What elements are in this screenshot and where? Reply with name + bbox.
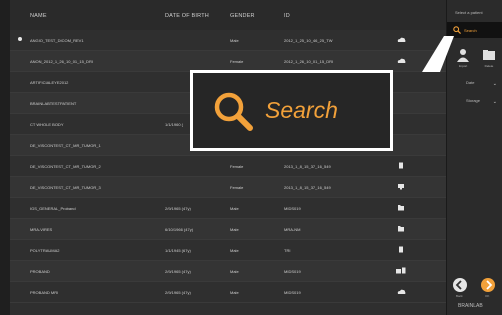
next-label: OK bbox=[485, 294, 490, 298]
cell-dob: 6/10/1966 (47y) bbox=[165, 227, 194, 232]
cell-dob: 2/9/1965 (47y) bbox=[165, 269, 191, 274]
table-row[interactable]: ANGIO_TEST_DICOM_REV1 Male 2012_1_25_10_46… bbox=[10, 30, 446, 51]
cell-name: POLYTRAUMA2 bbox=[30, 248, 60, 253]
column-header-dob[interactable]: DATE OF BIRTH bbox=[165, 13, 209, 19]
selected-indicator bbox=[18, 37, 22, 41]
folder-icon bbox=[396, 204, 406, 211]
chevron-down-icon: ⌄ bbox=[492, 81, 497, 87]
cell-name: IGS_GENERAL_Proband bbox=[30, 206, 76, 211]
arrow-left-icon bbox=[455, 280, 462, 290]
column-header-name[interactable]: NAME bbox=[30, 13, 47, 19]
sort-dropdown-value: Date bbox=[466, 80, 475, 85]
cell-name: DE_VISCONTEST_CT_MR_TUMOR_3 bbox=[30, 185, 101, 190]
search-callout[interactable]: Search bbox=[190, 70, 393, 151]
back-label: Back bbox=[456, 294, 463, 298]
cell-dob: 2/9/1965 (47y) bbox=[165, 290, 191, 295]
cell-id: MIDS019 bbox=[284, 269, 301, 274]
column-header-id[interactable]: ID bbox=[284, 13, 290, 19]
sidebar-search-button[interactable]: Search bbox=[447, 22, 502, 38]
cell-gender: Female bbox=[230, 164, 244, 169]
sidebar-search-label: Search bbox=[464, 27, 477, 33]
search-callout-label: Search bbox=[265, 97, 338, 123]
cell-dob: 2/9/1965 (47y) bbox=[165, 206, 191, 211]
cell-name: ANON_2012_1_26_10_01_15_DRI bbox=[30, 59, 93, 64]
table-header: NAME DATE OF BIRTH GENDER ID bbox=[10, 0, 446, 30]
table-row[interactable]: MRA-VIRES 6/10/1966 (47y) Male MRA-NM bbox=[10, 219, 446, 240]
cell-id: MIDS019 bbox=[284, 206, 301, 211]
cell-name: DE_VISCONTEST_CT_MR_TUMOR_2 bbox=[30, 164, 101, 169]
cell-id: MRA-NM bbox=[284, 227, 301, 232]
folder-icon bbox=[483, 50, 495, 60]
brand-logo: BRAINLAB bbox=[458, 303, 483, 309]
document-icon bbox=[396, 162, 406, 169]
search-icon bbox=[453, 26, 461, 34]
table-row[interactable]: ANON_2012_1_26_10_01_15_DRI Female 2012_1_… bbox=[10, 51, 446, 72]
cell-id: 2012_1_26_10_01_15_DRI bbox=[284, 59, 334, 64]
cell-gender: Male bbox=[230, 206, 239, 211]
folder-icon bbox=[396, 225, 406, 232]
delete-label: Delete bbox=[484, 64, 494, 68]
arrow-right-icon bbox=[486, 280, 493, 290]
cell-gender: Male bbox=[230, 269, 239, 274]
cell-dob: 1/1/1945 (67y) bbox=[165, 248, 191, 253]
document-icon bbox=[396, 246, 406, 253]
table-row[interactable]: POLYTRAUMA2 1/1/1945 (67y) Male TRI bbox=[10, 240, 446, 261]
cloud-icon bbox=[396, 57, 406, 64]
cloud-icon bbox=[396, 36, 406, 43]
cell-name: MRA-VIRES bbox=[30, 227, 53, 232]
cell-name: ANGIO_TEST_DICOM_REV1 bbox=[30, 38, 84, 43]
cell-gender: Female bbox=[230, 59, 244, 64]
next-button[interactable] bbox=[481, 278, 495, 292]
import-button[interactable]: Import bbox=[455, 47, 471, 68]
cell-id: 2013_1_8_15_37_16_549 bbox=[284, 164, 331, 169]
patient-table: NAME DATE OF BIRTH GENDER ID ANGIO_TEST_… bbox=[10, 0, 446, 315]
cell-gender: Male bbox=[230, 248, 239, 253]
patient-browser-app: NAME DATE OF BIRTH GENDER ID ANGIO_TEST_… bbox=[0, 0, 502, 315]
delete-button[interactable]: Delete bbox=[481, 47, 497, 68]
cell-id: 2012_1_25_10_46_25_TW bbox=[284, 38, 333, 43]
sort-dropdown[interactable]: Date ⌄ bbox=[451, 80, 499, 90]
table-row[interactable]: DE_VISCONTEST_CT_MR_TUMOR_3 Female 2013_1_… bbox=[10, 177, 446, 198]
cell-gender: Male bbox=[230, 38, 239, 43]
cell-name: DE_VISCONTEST_CT_MR_TUMOR_1 bbox=[30, 143, 101, 148]
search-icon bbox=[214, 92, 253, 131]
table-row[interactable]: IGS_GENERAL_Proband 2/9/1965 (47y) Male MID… bbox=[10, 198, 446, 219]
cell-gender: Female bbox=[230, 185, 244, 190]
cell-gender: Male bbox=[230, 290, 239, 295]
person-icon bbox=[457, 49, 469, 62]
monitor-icon bbox=[396, 183, 406, 190]
sidebar-title: Select a patient bbox=[455, 10, 483, 15]
back-button[interactable] bbox=[453, 278, 467, 292]
column-header-gender[interactable]: GENDER bbox=[230, 13, 255, 19]
cell-id: TRI bbox=[284, 248, 291, 253]
cell-name: PROBAND bbox=[30, 269, 50, 274]
cell-id: MIDS019 bbox=[284, 290, 301, 295]
cell-dob: 1/1/1960 ( bbox=[165, 122, 184, 127]
table-row[interactable]: PROBAND 2/9/1965 (47y) Male MIDS019 bbox=[10, 261, 446, 282]
cell-name: CT WHOLE BODY bbox=[30, 122, 64, 127]
cell-name: BRAINLABTESTPATIENT bbox=[30, 101, 77, 106]
table-row[interactable]: PROBAND MRI 2/9/1965 (47y) Male MIDS019 bbox=[10, 282, 446, 303]
chevron-down-icon: ⌄ bbox=[492, 99, 497, 105]
table-row[interactable]: DE_VISCONTEST_CT_MR_TUMOR_2 Female 2013_1_… bbox=[10, 156, 446, 177]
cell-name: PROBAND MRI bbox=[30, 290, 59, 295]
storage-dropdown-value: Storage bbox=[466, 98, 481, 103]
cloud-icon bbox=[396, 288, 406, 295]
sidebar: Select a patient Search Import Delete Da… bbox=[446, 0, 502, 315]
folder-doc-icon bbox=[396, 267, 406, 274]
cell-id: 2013_1_8_15_37_16_549 bbox=[284, 185, 331, 190]
brand-text: BRAINLAB bbox=[458, 303, 483, 309]
import-label: Import bbox=[458, 64, 468, 68]
storage-dropdown[interactable]: Storage ⌄ bbox=[451, 98, 499, 108]
cell-gender: Male bbox=[230, 227, 239, 232]
cell-name: ARTIFICIALEYE2012 bbox=[30, 80, 69, 85]
